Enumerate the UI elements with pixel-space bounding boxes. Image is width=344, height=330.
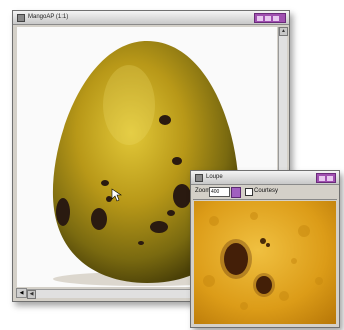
document-icon [17,14,25,22]
courtesy-checkbox[interactable] [245,188,253,196]
zoom-stepper-icon[interactable] [231,187,241,198]
scroll-left-button[interactable]: ◀ [27,290,36,299]
minimize-icon[interactable] [257,16,263,21]
loupe-close-icon[interactable] [319,176,325,181]
loupe-view[interactable] [194,201,336,324]
window-controls[interactable] [254,13,286,23]
close-icon[interactable] [273,16,279,21]
document-title: MangoAP (1:1) [28,14,69,20]
loupe-icon [195,174,203,182]
status-indicator[interactable]: ◀ [16,288,27,298]
loupe-toolbar: Zoom 400 Courtesy [193,185,337,200]
loupe-window-controls[interactable] [316,173,336,183]
document-title-bar[interactable]: MangoAP (1:1) [13,11,289,25]
loupe-title: Loupe [206,174,223,180]
courtesy-label: Courtesy [254,188,279,194]
maximize-icon[interactable] [265,16,271,21]
scroll-up-button[interactable]: ▲ [279,27,288,36]
mango-highlight [103,65,155,145]
loupe-title-bar[interactable]: Loupe [191,171,339,185]
loupe-window: Loupe Zoom 400 Courtesy [190,170,340,328]
zoom-input[interactable]: 400 [209,187,230,197]
loupe-zoom-icon[interactable] [327,176,333,181]
magnified-image [194,201,336,324]
